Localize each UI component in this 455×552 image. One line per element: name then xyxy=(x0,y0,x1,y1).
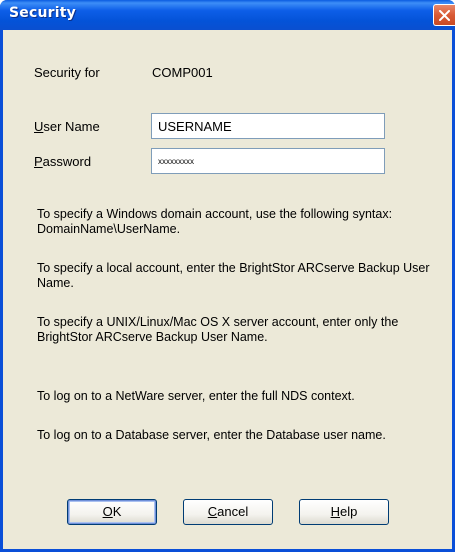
help-label-rest: elp xyxy=(340,504,358,519)
password-label-rest: assword xyxy=(42,154,92,169)
close-button[interactable] xyxy=(433,4,455,26)
security-for-value: COMP001 xyxy=(152,65,213,80)
security-dialog: Security Security for COMP001 User Name … xyxy=(0,0,455,552)
user-name-label-rest: ser Name xyxy=(43,119,100,134)
instruction-local-account: To specify a local account, enter the Br… xyxy=(37,261,430,290)
cancel-mnemonic: C xyxy=(207,504,218,519)
ok-mnemonic: O xyxy=(102,504,113,519)
password-mnemonic: P xyxy=(34,154,43,169)
instruction-windows-domain: To specify a Windows domain account, use… xyxy=(37,207,393,236)
user-name-label: User Name xyxy=(34,119,100,134)
help-button[interactable]: Help xyxy=(299,499,389,525)
title-bar[interactable]: Security xyxy=(0,0,455,30)
dialog-title: Security xyxy=(9,5,76,21)
instruction-unix-account: To specify a UNIX/Linux/Mac OS X server … xyxy=(37,315,399,344)
instruction-netware: To log on to a NetWare server, enter the… xyxy=(37,389,355,403)
password-label: Password xyxy=(34,154,91,169)
instruction-database: To log on to a Database server, enter th… xyxy=(37,428,386,442)
ok-label-rest: K xyxy=(112,504,122,519)
close-icon xyxy=(439,10,450,21)
user-name-mnemonic: U xyxy=(34,119,44,134)
help-mnemonic: H xyxy=(330,504,341,519)
cancel-label-rest: ancel xyxy=(217,504,249,519)
user-name-input[interactable] xyxy=(151,113,385,139)
ok-button[interactable]: OK xyxy=(67,499,157,525)
password-input[interactable] xyxy=(151,148,385,174)
security-for-label: Security for xyxy=(34,65,100,80)
cancel-button[interactable]: Cancel xyxy=(183,499,273,525)
